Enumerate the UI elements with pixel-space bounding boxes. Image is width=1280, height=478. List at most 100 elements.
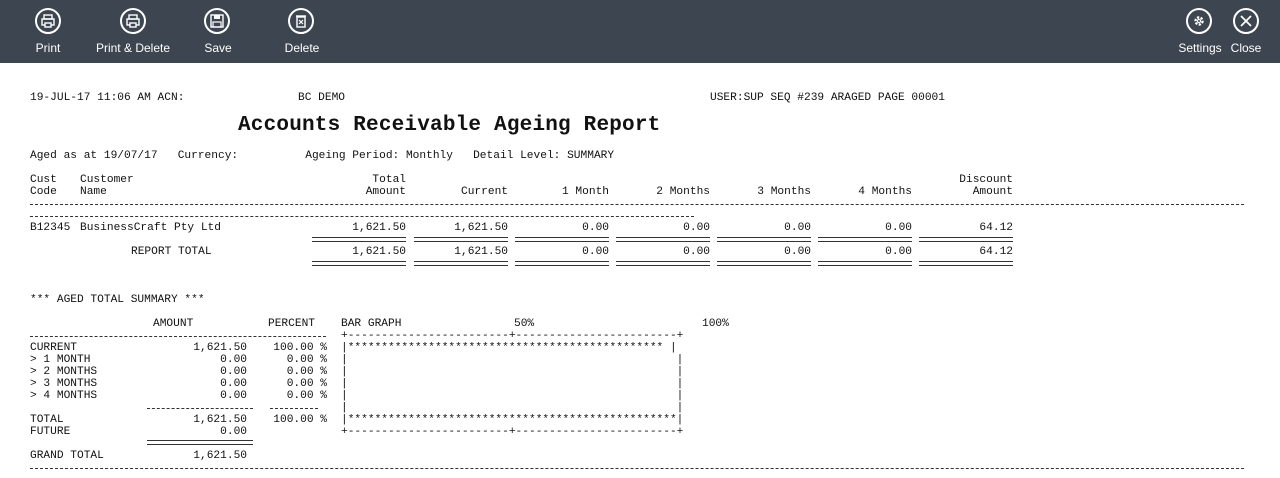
col-4-months: 4 Months: [858, 186, 912, 198]
total-rule: [717, 237, 811, 242]
print-delete-button[interactable]: Print & Delete: [92, 0, 174, 63]
summary-percent-header: PERCENT: [268, 318, 315, 330]
col-discount-2: Amount: [972, 186, 1013, 198]
bar-graph-row: | |: [341, 354, 684, 366]
floppy-disk-icon: [204, 8, 230, 34]
total-2-months: 0.00: [683, 246, 710, 258]
trash-icon: [288, 8, 314, 34]
bar-graph-row: | |: [341, 402, 684, 414]
print-delete-label: Print & Delete: [95, 41, 171, 55]
cell-total: 1,621.50: [352, 222, 406, 234]
bar-graph-row: | |: [341, 378, 684, 390]
total-rule: [717, 261, 811, 266]
summary-heading: *** AGED TOTAL SUMMARY ***: [30, 294, 205, 306]
grand-total-label: GRAND TOTAL: [30, 450, 104, 462]
report-parameters: Aged as at 19/07/17 Currency: Ageing Per…: [30, 150, 615, 162]
summary-label: CURRENT: [30, 342, 77, 354]
col-cust-code-1: Cust: [30, 174, 57, 186]
settings-button[interactable]: Settings: [1176, 0, 1224, 63]
col-current: Current: [461, 186, 508, 198]
total-rule: [515, 261, 609, 266]
summary-percent: 100.00 %: [273, 342, 327, 354]
total-rule: [818, 237, 912, 242]
summary-label: > 4 MONTHS: [30, 390, 98, 402]
total-rule: [919, 237, 1013, 242]
col-cust-code-2: Code: [30, 186, 57, 198]
delete-button[interactable]: Delete: [278, 0, 326, 63]
subtotal-rule: [147, 408, 253, 409]
divider: [30, 204, 1244, 205]
total-rule: [919, 261, 1013, 266]
printer-icon: [35, 8, 61, 34]
cust-code: B12345: [30, 222, 71, 234]
col-total-1: Total: [372, 174, 406, 186]
summary-amount-header: AMOUNT: [153, 318, 194, 330]
total-amount: 1,621.50: [352, 246, 406, 258]
print-label: Print: [35, 41, 61, 55]
report-datetime: 19-JUL-17 11:06 AM ACN:: [30, 92, 185, 104]
total-current: 1,621.50: [454, 246, 508, 258]
summary-total-label: TOTAL: [30, 414, 64, 426]
cell-3-months: 0.00: [784, 222, 811, 234]
bar-graph-row: | |: [341, 366, 684, 378]
total-discount: 64.12: [979, 246, 1013, 258]
bar-graph-100-label: 100%: [702, 318, 729, 330]
save-button[interactable]: Save: [194, 0, 242, 63]
bar-graph-bottom-border: +------------------------+--------------…: [341, 426, 684, 438]
report-total-label: REPORT TOTAL: [131, 246, 212, 258]
summary-label: > 1 MONTH: [30, 354, 91, 366]
col-name-1: Customer: [80, 174, 134, 186]
divider: [30, 468, 1244, 469]
save-label: Save: [204, 41, 232, 55]
cell-4-months: 0.00: [885, 222, 912, 234]
divider: [30, 336, 326, 337]
total-rule: [312, 261, 406, 266]
report-title: Accounts Receivable Ageing Report: [238, 114, 661, 137]
cell-discount: 64.12: [979, 222, 1013, 234]
cell-current: 1,621.50: [454, 222, 508, 234]
close-button[interactable]: Close: [1226, 0, 1266, 63]
toolbar: Print Print & Delete Save Delete Setting…: [0, 0, 1280, 63]
col-discount-1: Discount: [959, 174, 1013, 186]
col-name-2: Name: [80, 186, 107, 198]
summary-label: > 2 MONTHS: [30, 366, 98, 378]
print-button[interactable]: Print: [24, 0, 72, 63]
summary-total-percent: 100.00 %: [273, 414, 327, 426]
col-2-months: 2 Months: [656, 186, 710, 198]
subtotal-rule: [270, 408, 318, 409]
summary-percent: 0.00 %: [286, 366, 327, 378]
col-total-2: Amount: [365, 186, 406, 198]
total-rule: [414, 237, 508, 242]
settings-label: Settings: [1178, 41, 1222, 55]
summary-percent: 0.00 %: [286, 378, 327, 390]
divider: [30, 216, 694, 217]
summary-percent: 0.00 %: [286, 354, 327, 366]
company-name: BC DEMO: [298, 92, 345, 104]
total-3-months: 0.00: [784, 246, 811, 258]
gear-icon: [1186, 8, 1212, 34]
total-rule: [312, 237, 406, 242]
printer-icon: [120, 8, 146, 34]
delete-label: Delete: [284, 41, 320, 55]
bar-graph-row: |***************************************…: [341, 414, 684, 426]
total-1-month: 0.00: [582, 246, 609, 258]
col-1-month: 1 Month: [562, 186, 609, 198]
summary-future-amount: 0.00: [220, 426, 247, 438]
report-user-info: USER:SUP SEQ #239 ARAGED PAGE 00001: [710, 92, 945, 104]
bar-graph-50-label: 50%: [514, 318, 535, 330]
close-label: Close: [1230, 41, 1262, 55]
summary-future-label: FUTURE: [30, 426, 71, 438]
bar-graph-row: |***************************************…: [341, 342, 677, 354]
close-icon: [1233, 8, 1259, 34]
total-rule: [414, 261, 508, 266]
bar-graph-header: BAR GRAPH: [341, 318, 402, 330]
cust-name: BusinessCraft Pty Ltd: [80, 222, 221, 234]
cell-1-month: 0.00: [582, 222, 609, 234]
total-rule: [818, 261, 912, 266]
col-3-months: 3 Months: [757, 186, 811, 198]
total-rule: [616, 261, 710, 266]
total-rule: [616, 237, 710, 242]
grand-total-rule: [147, 440, 253, 445]
summary-percent: 0.00 %: [286, 390, 327, 402]
total-rule: [515, 237, 609, 242]
